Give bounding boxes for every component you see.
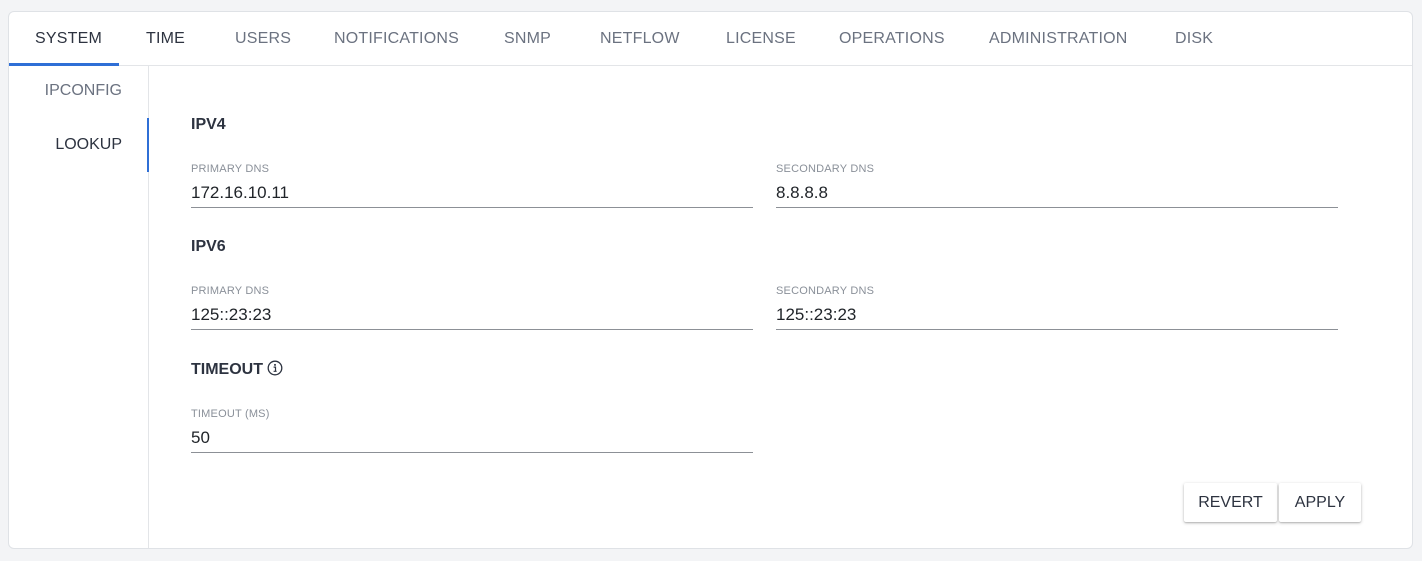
ipv6-primary-dns-label: PRIMARY DNS [191, 285, 270, 297]
tab-notifications[interactable]: NOTIFICATIONS [334, 12, 459, 66]
tab-system[interactable]: SYSTEM [35, 12, 102, 66]
timeout-field: TIMEOUT (MS) [191, 408, 753, 466]
tab-license[interactable]: LICENSE [726, 12, 796, 66]
ipv4-secondary-dns-field: SECONDARY DNS [776, 163, 1338, 221]
ipv6-section-title: IPV6 [191, 238, 226, 255]
tab-disk[interactable]: DISK [1175, 12, 1213, 66]
ipv4-primary-dns-field: PRIMARY DNS [191, 163, 753, 221]
ipv6-primary-dns-field: PRIMARY DNS [191, 285, 753, 343]
ipv4-secondary-dns-input[interactable] [776, 178, 1338, 208]
sidenav-item-lookup[interactable]: LOOKUP [55, 136, 122, 154]
side-nav: IPCONFIG LOOKUP [9, 66, 149, 548]
ipv6-secondary-dns-field: SECONDARY DNS [776, 285, 1338, 343]
ipv6-primary-dns-input[interactable] [191, 300, 753, 330]
timeout-label: TIMEOUT (MS) [191, 408, 270, 420]
tab-operations[interactable]: OPERATIONS [839, 12, 945, 66]
ipv4-secondary-dns-label: SECONDARY DNS [776, 163, 875, 175]
tab-users[interactable]: USERS [235, 12, 291, 66]
timeout-input[interactable] [191, 423, 753, 453]
ipv6-secondary-dns-input[interactable] [776, 300, 1338, 330]
sidenav-item-ipconfig[interactable]: IPCONFIG [45, 82, 122, 100]
timeout-section-title: TIMEOUT [191, 360, 283, 381]
apply-button[interactable]: APPLY [1279, 483, 1361, 522]
ipv6-secondary-dns-label: SECONDARY DNS [776, 285, 875, 297]
tab-snmp[interactable]: SNMP [504, 12, 551, 66]
ipv4-section-title: IPV4 [191, 116, 226, 133]
revert-button[interactable]: REVERT [1184, 483, 1277, 522]
active-sidenav-indicator [147, 118, 149, 172]
timeout-title-text: TIMEOUT [191, 361, 263, 378]
ipv4-primary-dns-input[interactable] [191, 178, 753, 208]
tab-administration[interactable]: ADMINISTRATION [989, 12, 1128, 66]
settings-panel: SYSTEM TIME USERS NOTIFICATIONS SNMP NET… [8, 11, 1413, 549]
tab-time[interactable]: TIME [146, 12, 185, 66]
info-circle-icon[interactable] [267, 360, 283, 381]
top-tab-bar: SYSTEM TIME USERS NOTIFICATIONS SNMP NET… [9, 12, 1412, 66]
ipv4-primary-dns-label: PRIMARY DNS [191, 163, 270, 175]
tab-netflow[interactable]: NETFLOW [600, 12, 680, 66]
